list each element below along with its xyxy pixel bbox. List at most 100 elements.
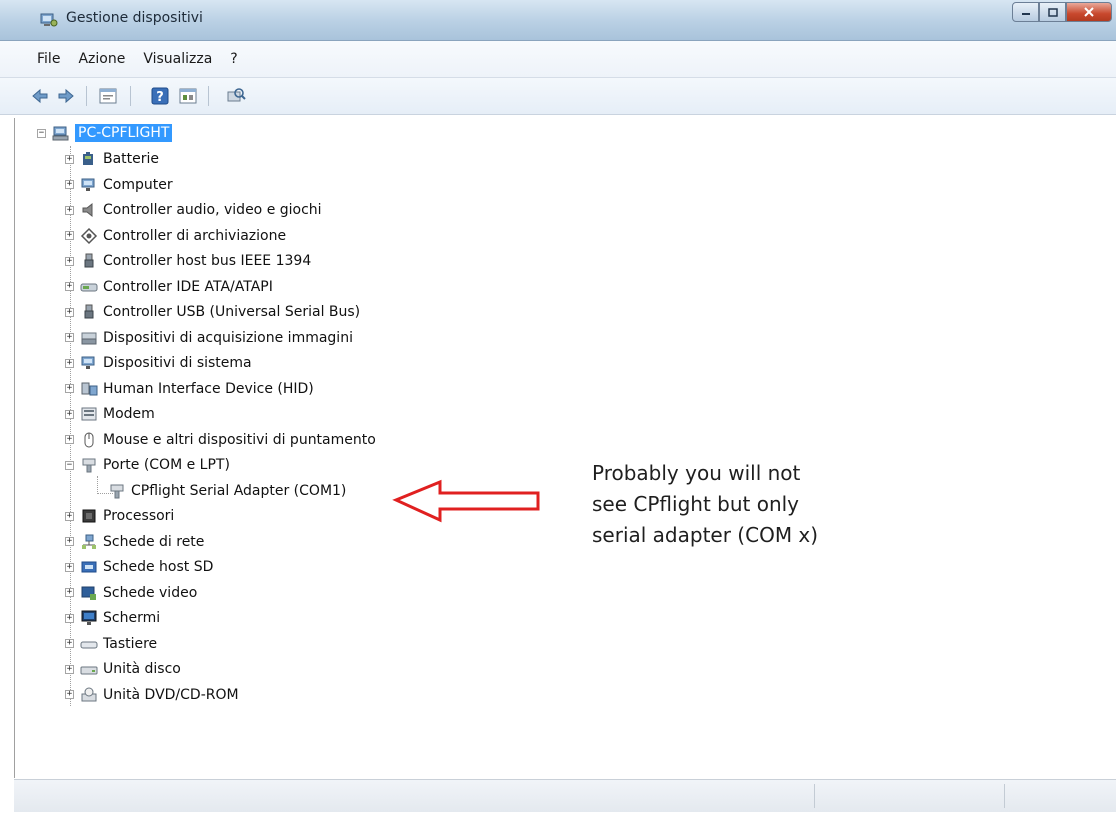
ide-icon (80, 283, 98, 291)
tree-category-schede-di-rete[interactable]: + Schede di rete (65, 531, 204, 553)
expand-toggle[interactable]: + (65, 154, 74, 164)
tree-item-label: Unità disco (103, 661, 181, 677)
details-icon[interactable] (178, 86, 198, 106)
network-icon (82, 534, 96, 549)
tree-item-label: Schede video (103, 584, 198, 601)
back-arrow-icon[interactable] (30, 86, 50, 106)
menu-file[interactable]: File (28, 51, 69, 67)
port-icon (110, 484, 124, 498)
expand-toggle[interactable]: + (65, 180, 74, 189)
sd-card-icon (81, 561, 97, 573)
tree-category-controller-audio-video-e-giochi[interactable]: + Controller audio, video e giochi (65, 199, 322, 221)
minimize-icon (1021, 13, 1030, 15)
expand-toggle[interactable]: + (65, 282, 74, 291)
expand-toggle[interactable]: + (65, 256, 74, 266)
title-bar[interactable]: Gestione dispositivi (0, 0, 1116, 41)
tree-category-mouse-e-altri-dispositivi-di-puntamento[interactable]: + Mouse e altri dispositivi di puntamento (65, 429, 376, 451)
tree-category-schede-host-sd[interactable]: + Schede host SD (65, 556, 213, 578)
computer-icon (81, 356, 95, 369)
expand-toggle[interactable]: + (65, 588, 74, 597)
expand-toggle[interactable]: + (65, 690, 74, 699)
tree-item-label: Mouse e altri dispositivi di puntamento (103, 431, 376, 448)
properties-icon[interactable] (98, 86, 118, 106)
tree-category-batterie[interactable]: + Batterie (65, 148, 159, 170)
collapse-toggle[interactable]: − (65, 460, 74, 470)
help-icon[interactable]: ? (150, 86, 170, 106)
collapse-toggle[interactable]: − (37, 128, 46, 138)
tree-category-unit-disco[interactable]: + Unità disco (65, 658, 181, 680)
expand-toggle[interactable]: + (65, 384, 74, 393)
tree-category-controller-host-bus-ieee-1394[interactable]: + Controller host bus IEEE 1394 (65, 250, 311, 272)
menu-visualizza[interactable]: Visualizza (134, 51, 221, 67)
hid-icon (81, 382, 98, 395)
scan-hardware-icon[interactable] (226, 86, 246, 106)
expand-toggle[interactable]: + (65, 562, 74, 572)
maximize-button[interactable] (1039, 2, 1066, 22)
tree-root[interactable]: − PC-CPFLIGHT (37, 122, 173, 144)
expand-toggle[interactable]: + (65, 639, 74, 648)
tree-item-label: Unità DVD/CD-ROM (103, 686, 239, 703)
disk-drive-icon (80, 666, 98, 675)
tree-category-porte-com-e-lpt[interactable]: − Porte (COM e LPT) (65, 454, 230, 476)
expand-toggle[interactable]: + (65, 409, 74, 419)
expand-toggle[interactable]: + (65, 613, 74, 623)
tree-child-cpflight-serial-adapter-com1[interactable]: CPflight Serial Adapter (COM1) (93, 480, 346, 502)
device-tree-panel: − PC-CPFLIGHT + Batterie + Computer + Control… (14, 118, 1113, 778)
annotation-line: Probably you will not (592, 461, 801, 485)
tree-category-dispositivi-di-acquisizione-immagini[interactable]: + Dispositivi di acquisizione immagini (65, 327, 353, 349)
modem-icon (81, 407, 97, 421)
port-icon (82, 458, 96, 473)
tree-item-label: Dispositivi di sistema (103, 355, 252, 371)
expand-toggle[interactable]: + (65, 231, 74, 240)
tree-category-dispositivi-di-sistema[interactable]: + Dispositivi di sistema (65, 352, 252, 374)
minimize-button[interactable] (1012, 2, 1039, 22)
toolbar-separator (86, 86, 87, 106)
tree-category-tastiere[interactable]: + Tastiere (65, 633, 157, 655)
expand-toggle[interactable]: + (65, 435, 74, 444)
svg-text:?: ? (156, 90, 164, 105)
expand-toggle[interactable]: + (65, 358, 74, 368)
tree-category-modem[interactable]: + Modem (65, 403, 155, 425)
expand-toggle[interactable]: + (65, 333, 74, 342)
expand-toggle[interactable]: + (65, 511, 74, 521)
tree-category-controller-usb-universal-serial-bus[interactable]: + Controller USB (Universal Serial Bus) (65, 301, 360, 323)
tree-category-processori[interactable]: + Processori (65, 505, 174, 527)
scanner-icon (81, 332, 97, 344)
tree-root-label: PC-CPFLIGHT (75, 124, 173, 142)
tree-item-label: Controller di archiviazione (103, 227, 287, 244)
expand-toggle[interactable]: + (65, 664, 74, 674)
tree-category-controller-ide-ata-atapi[interactable]: + Controller IDE ATA/ATAPI (65, 276, 273, 298)
tree-item-label: Controller audio, video e giochi (103, 202, 322, 218)
menu-help[interactable]: ? (221, 51, 246, 67)
monitor-icon (81, 610, 97, 625)
forward-arrow-icon[interactable] (56, 86, 76, 106)
tree-item-label: Porte (COM e LPT) (103, 457, 230, 473)
tree-category-human-interface-device-hid[interactable]: + Human Interface Device (HID) (65, 378, 314, 400)
tree-item-label: CPflight Serial Adapter (COM1) (131, 482, 347, 499)
expand-toggle[interactable]: + (65, 537, 74, 546)
close-button[interactable] (1066, 2, 1112, 22)
tree-category-controller-di-archiviazione[interactable]: + Controller di archiviazione (65, 225, 286, 247)
computer-icon (81, 178, 95, 191)
keyboard-icon (80, 641, 98, 648)
expand-toggle[interactable]: + (65, 307, 74, 317)
toolbar-separator (130, 86, 131, 106)
tree-item-label: Controller IDE ATA/ATAPI (103, 278, 273, 295)
status-separator (1004, 784, 1005, 808)
tree-category-schermi[interactable]: + Schermi (65, 607, 160, 629)
battery-icon (83, 152, 93, 165)
menu-azione[interactable]: Azione (69, 51, 134, 67)
tree-category-schede-video[interactable]: + Schede video (65, 582, 197, 604)
tree-item-label: Human Interface Device (HID) (103, 380, 314, 397)
tree-item-label: Schede host SD (103, 559, 214, 575)
window-title: Gestione dispositivi (66, 10, 203, 26)
expand-toggle[interactable]: + (65, 205, 74, 215)
computer-network-icon (52, 126, 69, 141)
status-separator (814, 784, 815, 808)
tree-item-label: Dispositivi di acquisizione immagini (103, 329, 353, 346)
dvd-icon (81, 687, 97, 701)
annotation-arrow-icon (392, 479, 540, 523)
annotation-note: Probably you will not see CPflight but o… (592, 458, 892, 551)
tree-category-computer[interactable]: + Computer (65, 174, 173, 196)
tree-category-unit-dvd-cd-rom[interactable]: + Unità DVD/CD-ROM (65, 684, 239, 706)
